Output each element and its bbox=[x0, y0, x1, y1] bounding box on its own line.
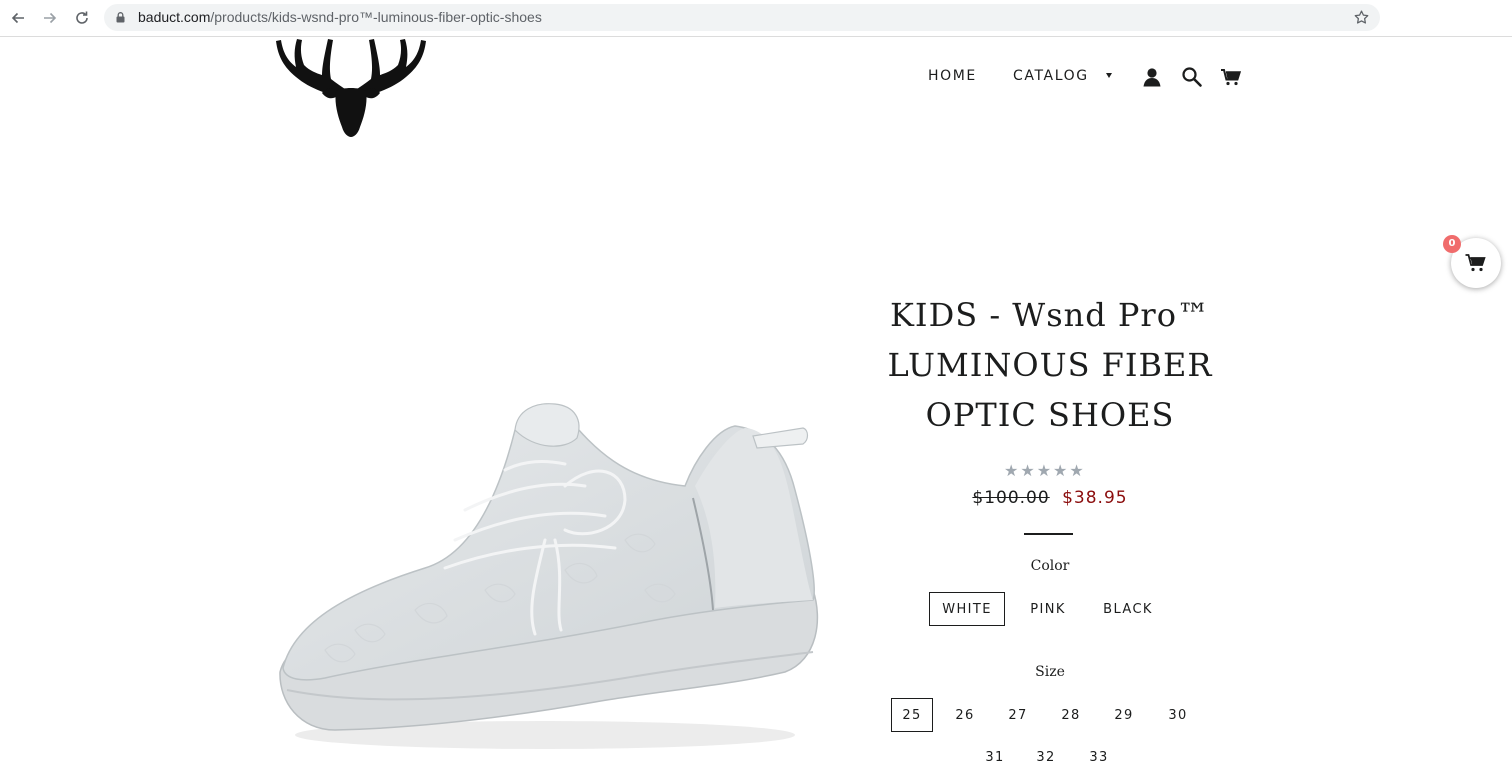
url-path: /products/kids-wsnd-pro™-luminous-fiber-… bbox=[210, 9, 542, 25]
product-title-line: LUMINOUS FIBER bbox=[887, 346, 1213, 384]
lock-icon bbox=[116, 12, 125, 23]
size-option-32[interactable]: 32 bbox=[1025, 740, 1067, 774]
cart-count-badge: 0 bbox=[1443, 235, 1461, 253]
size-option-29[interactable]: 29 bbox=[1103, 698, 1145, 732]
search-icon[interactable] bbox=[1181, 66, 1203, 88]
size-option-27[interactable]: 27 bbox=[997, 698, 1039, 732]
size-label: Size bbox=[1035, 664, 1065, 680]
product-title-line: KIDS - Wsnd Pro™ bbox=[890, 296, 1210, 334]
product-title: KIDS - Wsnd Pro™ LUMINOUS FIBER OPTIC SH… bbox=[860, 290, 1240, 440]
browser-toolbar: baduct.com/products/kids-wsnd-pro™-lumin… bbox=[0, 0, 1512, 37]
size-option-26[interactable]: 26 bbox=[944, 698, 986, 732]
size-option-28[interactable]: 28 bbox=[1050, 698, 1092, 732]
nav-home[interactable]: HOME bbox=[928, 68, 977, 84]
sale-price: $38.95 bbox=[1062, 488, 1128, 508]
forward-icon[interactable] bbox=[38, 6, 62, 30]
divider bbox=[1024, 533, 1073, 535]
color-option-white[interactable]: WHITE bbox=[929, 592, 1005, 626]
product-title-line: OPTIC SHOES bbox=[925, 396, 1175, 434]
back-icon[interactable] bbox=[6, 6, 30, 30]
color-label: Color bbox=[1030, 558, 1070, 574]
cart-icon bbox=[1465, 254, 1486, 272]
size-option-33[interactable]: 33 bbox=[1078, 740, 1120, 774]
nav-catalog[interactable]: CATALOG bbox=[1013, 68, 1089, 84]
compare-at-price: $100.00 bbox=[972, 488, 1050, 508]
floating-cart-button[interactable]: 0 bbox=[1443, 235, 1501, 288]
chevron-down-icon[interactable] bbox=[1106, 73, 1112, 78]
url-text: baduct.com/products/kids-wsnd-pro™-lumin… bbox=[138, 9, 542, 25]
cart-icon[interactable] bbox=[1220, 66, 1242, 88]
product-image[interactable] bbox=[265, 390, 835, 775]
size-option-31[interactable]: 31 bbox=[974, 740, 1016, 774]
account-icon[interactable] bbox=[1141, 66, 1163, 88]
price-row: $100.00 $38.95 bbox=[860, 488, 1240, 508]
deer-logo[interactable] bbox=[270, 37, 432, 139]
address-bar[interactable]: baduct.com/products/kids-wsnd-pro™-lumin… bbox=[104, 4, 1380, 31]
bookmark-star-icon[interactable] bbox=[1353, 9, 1370, 26]
size-option-30[interactable]: 30 bbox=[1157, 698, 1199, 732]
color-option-black[interactable]: BLACK bbox=[1090, 592, 1166, 626]
rating-stars[interactable]: ★★★★★ bbox=[1004, 461, 1086, 481]
color-option-pink[interactable]: PINK bbox=[1015, 592, 1081, 626]
url-host: baduct.com bbox=[138, 9, 211, 25]
size-option-25[interactable]: 25 bbox=[891, 698, 933, 732]
reload-icon[interactable] bbox=[70, 6, 94, 30]
